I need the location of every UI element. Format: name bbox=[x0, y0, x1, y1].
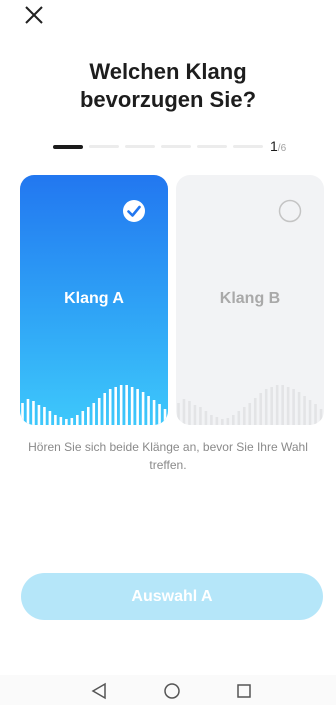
wave-bar bbox=[248, 403, 252, 425]
wave-bar bbox=[76, 415, 79, 425]
waveform-a bbox=[21, 385, 167, 425]
step-total: /6 bbox=[277, 143, 287, 154]
wave-bar bbox=[286, 387, 290, 425]
wave-bar bbox=[270, 387, 273, 425]
progress-segment-1 bbox=[53, 145, 83, 149]
waveform-b bbox=[177, 385, 323, 425]
wave-bar bbox=[26, 399, 30, 425]
wave-bar bbox=[237, 411, 241, 425]
card-b-label: Klang B bbox=[219, 290, 281, 307]
card-a-label: Klang A bbox=[64, 290, 124, 307]
wave-bar bbox=[48, 411, 52, 425]
wave-bar bbox=[297, 392, 301, 425]
wave-bar bbox=[319, 409, 323, 425]
wave-bar bbox=[114, 387, 117, 425]
sound-option-a[interactable]: Klang A bbox=[20, 175, 168, 425]
close-button[interactable] bbox=[22, 3, 46, 27]
wave-bar bbox=[92, 403, 96, 425]
back-triangle-icon[interactable] bbox=[90, 682, 108, 700]
progress-bar bbox=[53, 145, 265, 149]
wave-bar bbox=[147, 396, 150, 425]
wave-bar bbox=[86, 407, 90, 425]
wave-bar bbox=[158, 404, 161, 425]
wave-bar bbox=[292, 389, 295, 425]
wave-bar bbox=[281, 385, 284, 425]
wave-bar bbox=[125, 385, 128, 425]
wave-bar bbox=[21, 403, 24, 425]
wave-bar bbox=[199, 407, 202, 425]
wave-bar bbox=[136, 389, 139, 425]
wave-bar bbox=[259, 393, 263, 425]
system-nav-bar bbox=[0, 675, 336, 705]
close-icon bbox=[25, 6, 43, 24]
progress-segment-2 bbox=[89, 145, 119, 148]
wave-bar bbox=[210, 415, 213, 425]
radio-unselected-icon bbox=[278, 199, 302, 223]
wave-bar bbox=[97, 398, 101, 425]
wave-bar bbox=[141, 392, 145, 425]
home-circle-icon[interactable] bbox=[163, 682, 181, 700]
wave-bar bbox=[130, 387, 134, 425]
step-counter: 1/6 bbox=[270, 138, 286, 154]
wave-bar bbox=[152, 400, 156, 425]
wave-bar bbox=[275, 385, 279, 425]
wave-bar bbox=[163, 409, 167, 425]
progress-segment-4 bbox=[161, 145, 191, 148]
step-current: 1 bbox=[270, 138, 278, 154]
wave-bar bbox=[32, 401, 35, 425]
wave-bar bbox=[54, 415, 57, 425]
wave-bar bbox=[65, 419, 68, 425]
wave-bar bbox=[308, 400, 312, 425]
wave-bar bbox=[232, 415, 235, 425]
wave-bar bbox=[303, 396, 306, 425]
wave-bar bbox=[81, 411, 85, 425]
checkmark-selected-icon bbox=[123, 200, 145, 222]
recents-square-icon[interactable] bbox=[235, 682, 253, 700]
wave-bar bbox=[242, 407, 246, 425]
wave-bar bbox=[193, 405, 197, 425]
wave-bar bbox=[59, 417, 63, 425]
wave-bar bbox=[215, 417, 219, 425]
progress-segment-5 bbox=[197, 145, 227, 148]
title-line-2: bevorzugen Sie? bbox=[79, 87, 257, 112]
progress-segment-3 bbox=[125, 145, 155, 148]
wave-bar bbox=[264, 389, 268, 425]
wave-bar bbox=[37, 405, 41, 425]
wave-bar bbox=[119, 385, 123, 425]
wave-bar bbox=[226, 418, 230, 425]
wave-bar bbox=[314, 404, 317, 425]
wave-bar bbox=[177, 403, 180, 425]
wave-bar bbox=[108, 389, 112, 425]
page-title: Welchen Klang bevorzugen Sie? bbox=[0, 58, 336, 114]
wave-bar bbox=[43, 407, 46, 425]
wave-bar bbox=[182, 399, 186, 425]
hint-text: Hören Sie sich beide Klänge an, bevor Si… bbox=[28, 440, 308, 472]
wave-bar bbox=[103, 393, 107, 425]
wave-bar bbox=[221, 419, 224, 425]
progress-segment-6 bbox=[233, 145, 263, 148]
select-a-button[interactable]: Auswahl A bbox=[21, 573, 323, 620]
wave-bar bbox=[253, 398, 257, 425]
wave-bar bbox=[70, 418, 74, 425]
wave-bar bbox=[188, 401, 191, 425]
sound-option-b[interactable]: Klang B bbox=[176, 175, 324, 425]
wave-bar bbox=[204, 411, 208, 425]
title-line-1: Welchen Klang bbox=[89, 59, 247, 84]
